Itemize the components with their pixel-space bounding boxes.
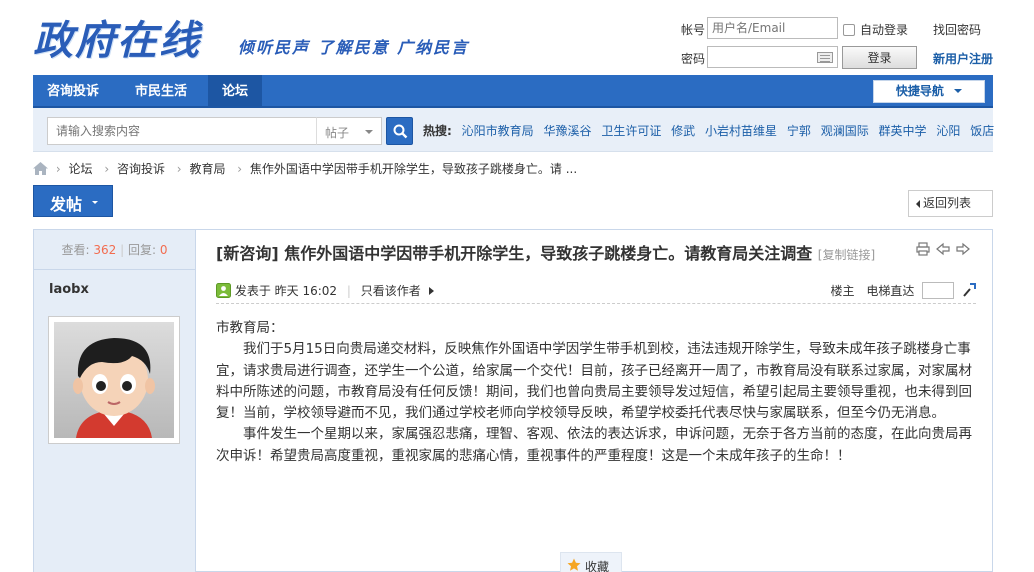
hot-word[interactable]: 华豫溪谷 bbox=[543, 124, 591, 138]
hot-word[interactable]: 沁阳 bbox=[936, 124, 960, 138]
author-name[interactable]: laobx bbox=[49, 282, 89, 297]
auto-login-label: 自动登录 bbox=[860, 23, 909, 37]
star-icon bbox=[567, 558, 581, 571]
avatar-image bbox=[54, 322, 174, 438]
copy-link[interactable]: [复制链接] bbox=[818, 248, 875, 262]
views-label: 查看: bbox=[61, 243, 90, 257]
password-input[interactable] bbox=[707, 46, 838, 68]
account-label: 帐号 bbox=[681, 23, 706, 37]
hot-word[interactable]: 观澜国际 bbox=[821, 124, 869, 138]
search-input[interactable] bbox=[47, 117, 317, 145]
search-button[interactable] bbox=[386, 117, 413, 145]
breadcrumb: › 论坛 › 咨询投诉 › 教育局 › 焦作外国语中学因带手机开除学生，导致孩子… bbox=[33, 160, 581, 177]
breadcrumb-separator: › bbox=[176, 162, 182, 176]
hot-word[interactable]: 修武 bbox=[671, 124, 695, 138]
hot-search: 热搜: 沁阳市教育局 华豫溪谷 卫生许可证 修武 小岩村苗维星 宁郭 观澜国际 … bbox=[423, 122, 994, 139]
breadcrumb-separator: › bbox=[104, 162, 110, 176]
floor-number-input[interactable] bbox=[922, 282, 955, 299]
breadcrumb-separator: › bbox=[55, 162, 61, 176]
nav-item-consult[interactable]: 咨询投诉 bbox=[33, 75, 113, 108]
replies-count: 0 bbox=[159, 243, 168, 257]
post-meta-right: 楼主 电梯直达 bbox=[830, 282, 976, 299]
hot-word[interactable]: 宁郭 bbox=[787, 124, 811, 138]
account-input[interactable] bbox=[707, 17, 838, 39]
breadcrumb-current[interactable]: 焦作外国语中学因带手机开除学生，导致孩子跳楼身亡。请 ... bbox=[250, 162, 577, 176]
back-to-list-label: 返回列表 bbox=[923, 196, 972, 210]
register-link[interactable]: 新用户注册 bbox=[933, 50, 993, 67]
stats-divider: | bbox=[120, 243, 125, 257]
meta-divider: | bbox=[346, 284, 351, 298]
avatar-illustration bbox=[73, 338, 155, 438]
floor-label: 楼主 bbox=[830, 284, 855, 298]
chevron-down-icon bbox=[365, 130, 373, 134]
chevron-right-icon bbox=[428, 287, 434, 295]
posted-time: 昨天 16:02 bbox=[274, 284, 338, 298]
post-content: [新咨询] 焦作外国语中学因带手机开除学生，导致孩子跳楼身亡。请教育局关注调查 … bbox=[197, 230, 992, 572]
thread-title: [新咨询] 焦作外国语中学因带手机开除学生，导致孩子跳楼身亡。请教育局关注调查 … bbox=[216, 240, 875, 264]
replies-label: 回复: bbox=[127, 243, 157, 257]
prev-thread-icon[interactable] bbox=[936, 242, 950, 256]
chevron-down-icon bbox=[92, 201, 98, 204]
hot-word[interactable]: 群英中学 bbox=[879, 124, 927, 138]
favorite-button[interactable]: 收藏 bbox=[560, 552, 622, 572]
favorite-label: 收藏 bbox=[585, 560, 610, 572]
post-button[interactable]: 发帖 bbox=[33, 185, 113, 217]
online-status-icon bbox=[216, 283, 231, 298]
next-thread-icon[interactable] bbox=[956, 242, 970, 256]
jump-to-floor-label: 电梯直达 bbox=[866, 284, 915, 298]
search-type-select[interactable]: 帖子 bbox=[316, 117, 382, 145]
author-sidebar: 查看: 362 | 回复: 0 laobx bbox=[34, 230, 196, 572]
post-paragraph: 我们于5月15日向贵局递交材料，反映焦作外国语中学因学生带手机到校，违法违规开除… bbox=[216, 341, 972, 422]
home-icon[interactable] bbox=[33, 162, 48, 175]
post-salutation: 市教育局： bbox=[216, 320, 284, 336]
hot-word[interactable]: 饭店 bbox=[970, 124, 994, 138]
main-nav: 咨询投诉 市民生活 论坛 快捷导航 bbox=[33, 75, 993, 108]
post-body: 市教育局： 我们于5月15日向贵局递交材料，反映焦作外国语中学因学生带手机到校，… bbox=[216, 318, 974, 467]
chevron-down-icon bbox=[954, 89, 963, 93]
auto-login-checkbox[interactable] bbox=[843, 24, 855, 36]
print-icon[interactable] bbox=[916, 242, 930, 256]
search-icon bbox=[393, 124, 408, 139]
post-meta-left: 发表于 昨天 16:02 | 只看该作者 bbox=[216, 282, 434, 299]
breadcrumb-separator: › bbox=[237, 162, 243, 176]
avatar[interactable] bbox=[48, 316, 180, 444]
keyboard-icon[interactable] bbox=[817, 52, 833, 63]
post-meta: 发表于 昨天 16:02 | 只看该作者 楼主 电梯直达 bbox=[216, 280, 976, 304]
nav-item-forum[interactable]: 论坛 bbox=[208, 75, 263, 108]
site-logo[interactable]: 政府在线 bbox=[33, 8, 201, 66]
post-paragraph: 事件发生一个星期以来，家属强忍悲痛，理智、客观、依法的表达诉求，申诉问题，无奈于… bbox=[216, 426, 972, 464]
quick-nav-label: 快捷导航 bbox=[895, 84, 944, 98]
jump-go-icon[interactable] bbox=[962, 283, 976, 297]
thread-title-text: [新咨询] 焦作外国语中学因带手机开除学生，导致孩子跳楼身亡。请教育局关注调查 bbox=[216, 244, 813, 263]
breadcrumb-education-bureau[interactable]: 教育局 bbox=[189, 162, 225, 176]
hot-word[interactable]: 卫生许可证 bbox=[601, 124, 661, 138]
page: 政府在线 倾听民声 了解民意 广纳民言 帐号 自动登录 找回密码 密码 登录 新… bbox=[0, 0, 1034, 572]
forgot-password-link[interactable]: 找回密码 bbox=[933, 21, 981, 38]
breadcrumb-forum[interactable]: 论坛 bbox=[68, 162, 92, 176]
hot-search-label: 热搜: bbox=[423, 124, 452, 138]
quick-nav-button[interactable]: 快捷导航 bbox=[873, 80, 985, 103]
posted-label: 发表于 bbox=[234, 284, 271, 298]
site-slogan: 倾听民声 了解民意 广纳民言 bbox=[238, 38, 470, 57]
password-label: 密码 bbox=[681, 52, 706, 66]
chevron-left-icon bbox=[916, 200, 920, 208]
search-type-value: 帖子 bbox=[325, 126, 350, 140]
thread-post: 查看: 362 | 回复: 0 laobx [新咨询] 焦作外国语中学因带手机开… bbox=[33, 229, 993, 572]
post-button-label: 发帖 bbox=[50, 195, 83, 214]
back-to-list-button[interactable]: 返回列表 bbox=[908, 190, 993, 217]
search-bar: 帖子 热搜: 沁阳市教育局 华豫溪谷 卫生许可证 修武 小岩村苗维星 宁郭 观澜… bbox=[33, 108, 994, 152]
login-button[interactable]: 登录 bbox=[842, 46, 917, 69]
breadcrumb-consult[interactable]: 咨询投诉 bbox=[117, 162, 165, 176]
nav-item-life[interactable]: 市民生活 bbox=[121, 75, 201, 108]
only-author-link[interactable]: 只看该作者 bbox=[361, 284, 421, 298]
hot-word[interactable]: 小岩村苗维星 bbox=[705, 124, 777, 138]
thread-stats: 查看: 362 | 回复: 0 bbox=[34, 230, 195, 270]
hot-word[interactable]: 沁阳市教育局 bbox=[462, 124, 534, 138]
thread-tools bbox=[916, 242, 970, 256]
views-count: 362 bbox=[93, 243, 117, 257]
